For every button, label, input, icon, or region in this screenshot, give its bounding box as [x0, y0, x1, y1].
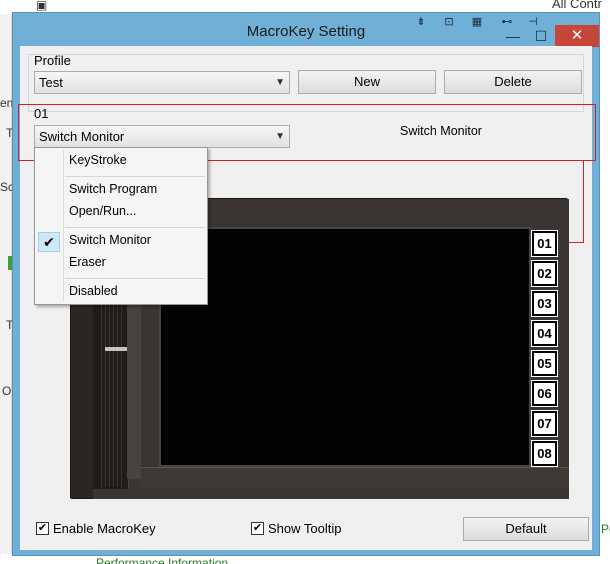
title-bar[interactable]: ⇟ ⊡ ▦ ⊷ ⊣ MacroKey Setting — ☐ ✕	[13, 13, 599, 47]
menu-item-open-run[interactable]: Open/Run...	[69, 204, 136, 218]
chevron-down-icon: ▼	[275, 77, 285, 88]
background-app-left: en T Sc T O	[0, 14, 14, 554]
macro-key-05[interactable]: 05	[531, 350, 558, 377]
highlight-connector-vertical	[583, 161, 584, 243]
profile-dropdown-value: Test	[39, 75, 63, 90]
key-number-label: 01	[34, 106, 49, 121]
macro-key-04[interactable]: 04	[531, 320, 558, 347]
menu-item-keystroke[interactable]: KeyStroke	[69, 153, 127, 167]
menu-item-disabled[interactable]: Disabled	[69, 284, 118, 298]
close-button[interactable]: ✕	[555, 25, 599, 47]
key-action-dropdown[interactable]: Switch Monitor ▼	[34, 125, 290, 148]
default-button[interactable]: Default	[463, 517, 589, 541]
enable-macrokey-checkbox[interactable]: ✔	[36, 522, 49, 535]
tablet-bottom-bezel	[141, 467, 569, 487]
key-action-dropdown-value: Switch Monitor	[39, 129, 125, 144]
chevron-down-icon: ▼	[275, 131, 285, 142]
show-tooltip-label: Show Tooltip	[268, 521, 342, 536]
delete-profile-button[interactable]: Delete	[444, 70, 582, 94]
menu-separator	[65, 176, 205, 177]
menu-icon-gutter	[63, 150, 64, 302]
macro-key-06[interactable]: 06	[531, 380, 558, 407]
macro-key-03[interactable]: 03	[531, 290, 558, 317]
minimize-button[interactable]: —	[499, 25, 527, 47]
enable-macrokey-label: Enable MacroKey	[53, 521, 156, 536]
profile-dropdown[interactable]: Test ▼	[34, 71, 290, 94]
tablet-screen	[159, 227, 531, 467]
background-app-icon: ▣	[36, 0, 48, 12]
tablet-pen-holder	[105, 347, 129, 351]
background-app-title: All Contr	[552, 0, 602, 11]
menu-item-switch-monitor[interactable]: Switch Monitor	[69, 233, 151, 247]
macro-key-02[interactable]: 02	[531, 260, 558, 287]
background-app-right: Pe	[599, 14, 610, 554]
checkmark-icon: ✔	[38, 232, 60, 252]
profile-label: Profile	[34, 53, 71, 68]
background-fragment: Pe	[601, 522, 610, 536]
background-bottom-text: Performance Information ...	[96, 556, 242, 564]
screen: ▣ All Contr en T Sc T O Pe Performance I…	[0, 0, 610, 564]
key-action-menu: KeyStroke Switch Program Open/Run... ✔ S…	[34, 147, 208, 305]
key-action-description: Switch Monitor	[400, 124, 482, 138]
new-profile-button[interactable]: New	[298, 70, 436, 94]
maximize-button[interactable]: ☐	[527, 25, 555, 47]
menu-separator	[65, 227, 205, 228]
menu-item-eraser[interactable]: Eraser	[69, 255, 106, 269]
menu-separator	[65, 278, 205, 279]
tablet-ridge	[101, 301, 123, 487]
background-fragment: O	[2, 384, 12, 398]
macro-key-08[interactable]: 08	[531, 440, 558, 467]
macro-key-07[interactable]: 07	[531, 410, 558, 437]
menu-item-switch-program[interactable]: Switch Program	[69, 182, 157, 196]
macro-key-01[interactable]: 01	[531, 230, 558, 257]
show-tooltip-checkbox[interactable]: ✔	[251, 522, 264, 535]
